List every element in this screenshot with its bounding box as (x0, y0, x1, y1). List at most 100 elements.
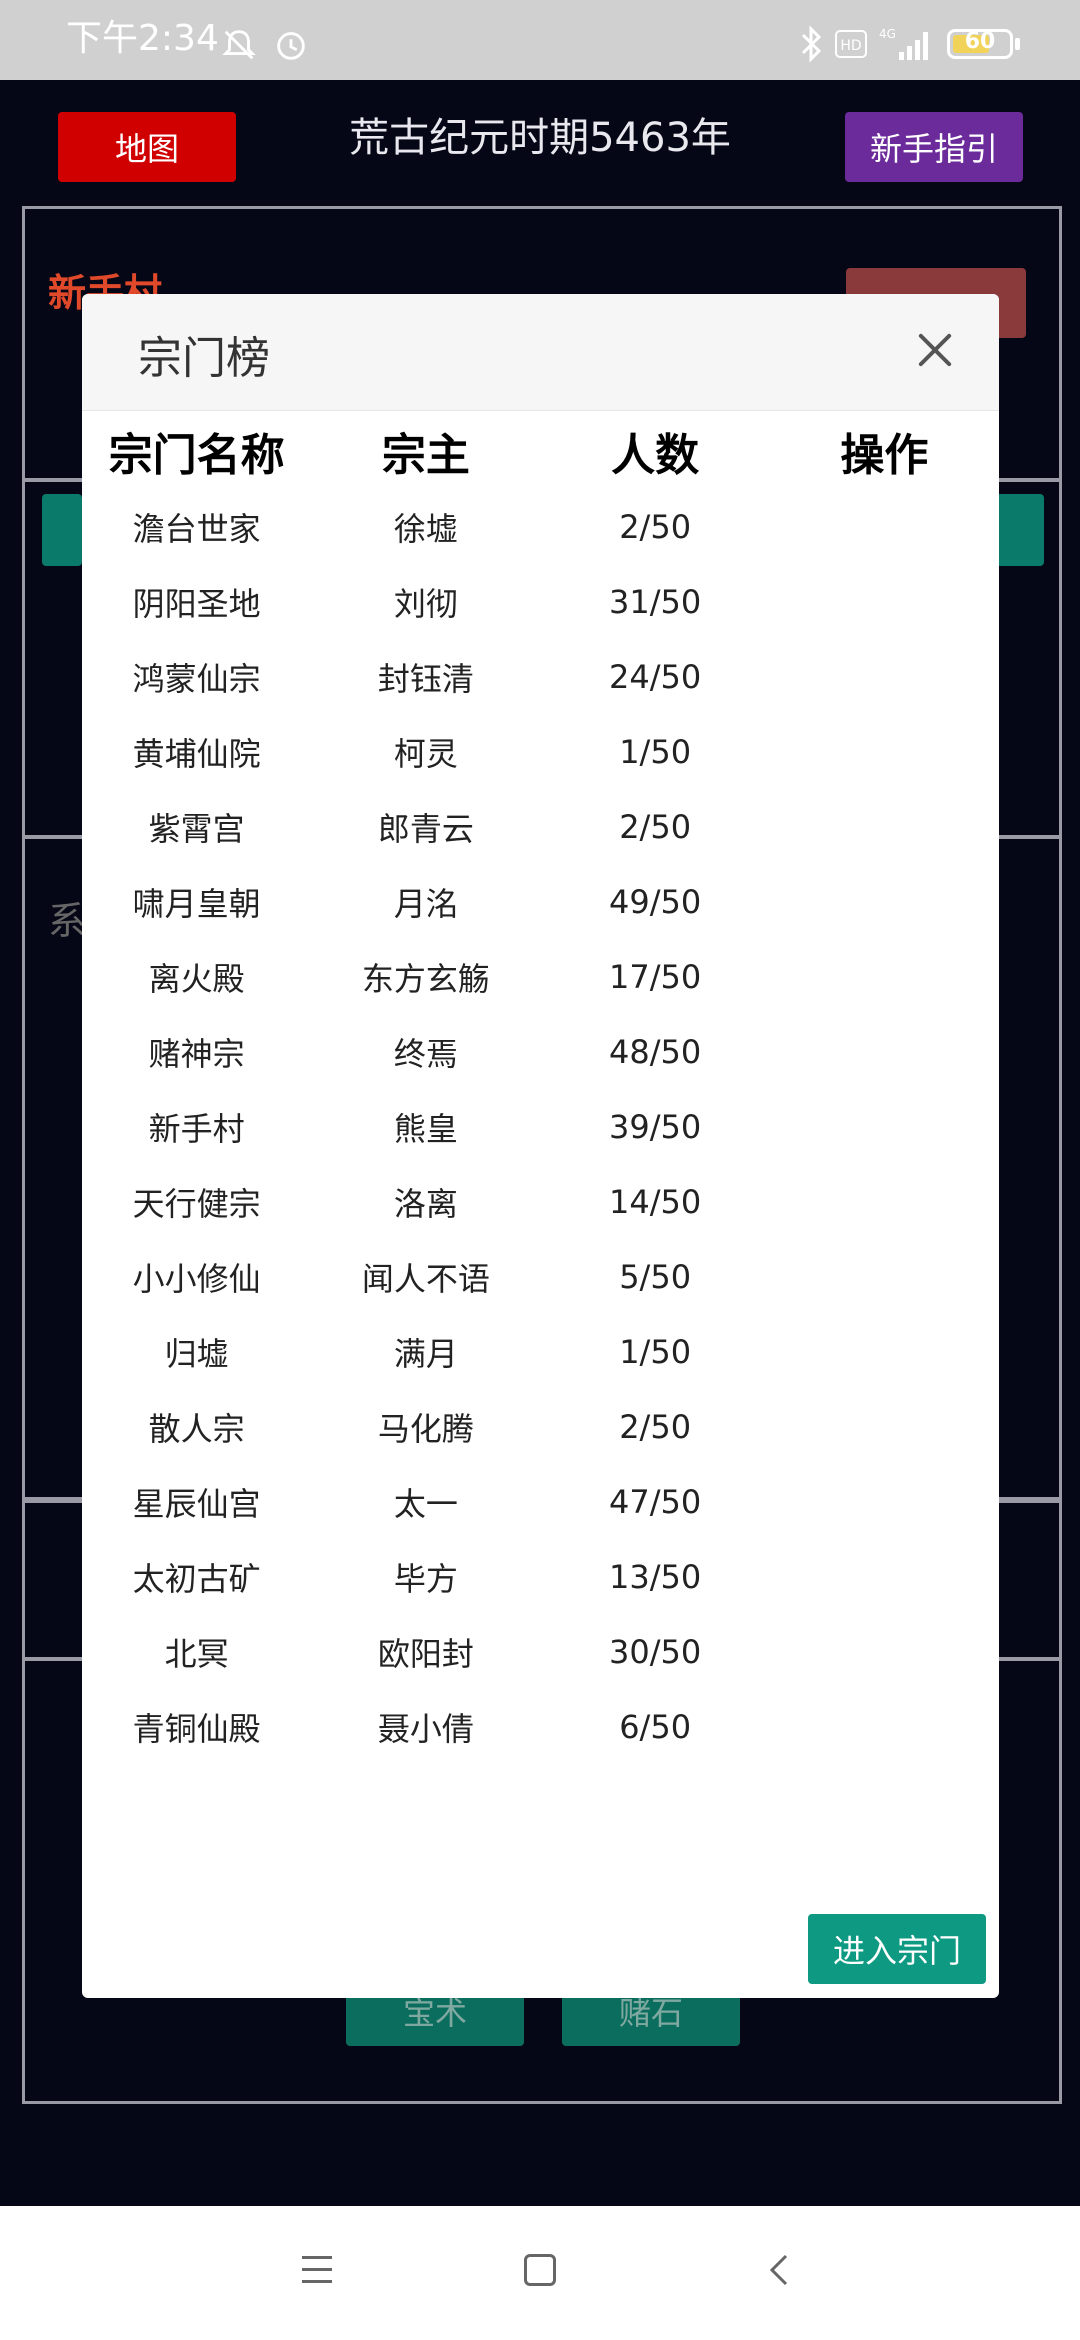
svg-text:4G: 4G (879, 27, 896, 41)
sect-members-cell: 24/50 (609, 657, 702, 696)
sect-members-cell: 1/50 (619, 1332, 692, 1371)
battery-icon: 60 (947, 29, 1013, 59)
close-icon[interactable] (915, 330, 955, 370)
sect-members-cell: 6/50 (619, 1707, 692, 1746)
sect-action-cell (770, 1689, 999, 1764)
sect-action-cell (770, 939, 999, 1014)
modal-header: 宗门榜 (82, 294, 999, 411)
sect-name-cell: 离火殿 (148, 959, 245, 998)
table-row[interactable]: 新手村 熊皇 39/50 (82, 1089, 999, 1164)
sect-name-cell: 小小修仙 (132, 1259, 261, 1298)
sect-action-cell (770, 714, 999, 789)
sect-members-cell: 30/50 (609, 1632, 702, 1671)
mute-icon (222, 30, 256, 60)
hd-icon: HD (835, 30, 867, 58)
sect-action-cell (770, 1464, 999, 1539)
sect-master-cell: 东方玄觞 (361, 959, 490, 998)
sect-master-cell: 满月 (393, 1334, 458, 1373)
table-row[interactable]: 鸿蒙仙宗 封钰清 24/50 (82, 639, 999, 714)
sect-action-cell (770, 1014, 999, 1089)
sect-name-cell: 散人宗 (148, 1409, 245, 1448)
sect-master-cell: 欧阳封 (377, 1634, 474, 1673)
table-row[interactable]: 阴阳圣地 刘彻 31/50 (82, 564, 999, 639)
sect-name-cell: 新手村 (148, 1109, 245, 1148)
table-row[interactable]: 散人宗 马化腾 2/50 (82, 1389, 999, 1464)
table-row[interactable]: 澹台世家 徐墟 2/50 (82, 489, 999, 564)
sect-name-cell: 澹台世家 (132, 509, 261, 548)
sect-master-cell: 月洺 (393, 884, 458, 923)
table-row[interactable]: 归墟 满月 1/50 (82, 1314, 999, 1389)
sect-name-cell: 黄埔仙院 (132, 734, 261, 773)
table-row[interactable]: 青铜仙殿 聂小倩 6/50 (82, 1689, 999, 1764)
sect-action-cell (770, 1614, 999, 1689)
sect-action-cell (770, 1164, 999, 1239)
table-row[interactable]: 紫霄宫 郎青云 2/50 (82, 789, 999, 864)
sect-name-cell: 归墟 (164, 1334, 229, 1373)
battery-level: 60 (964, 29, 996, 54)
sect-members-cell: 49/50 (609, 882, 702, 921)
sect-name-cell: 鸿蒙仙宗 (132, 659, 261, 698)
table-row[interactable]: 离火殿 东方玄觞 17/50 (82, 939, 999, 1014)
sect-members-cell: 14/50 (609, 1182, 702, 1221)
column-header-name: 宗门名称 (108, 430, 285, 481)
table-row[interactable]: 黄埔仙院 柯灵 1/50 (82, 714, 999, 789)
column-header-action: 操作 (840, 430, 929, 481)
sect-name-cell: 天行健宗 (132, 1184, 261, 1223)
sect-master-cell: 熊皇 (393, 1109, 458, 1148)
action-button-right[interactable] (996, 494, 1044, 566)
home-icon[interactable] (524, 2254, 556, 2286)
column-header-members: 人数 (611, 430, 700, 481)
sect-members-cell: 1/50 (619, 732, 692, 771)
sect-master-cell: 刘彻 (393, 584, 458, 623)
status-right-group: HD 4G 60 (799, 22, 1020, 66)
sect-action-cell (770, 864, 999, 939)
table-row[interactable]: 小小修仙 闻人不语 5/50 (82, 1239, 999, 1314)
sect-members-cell: 5/50 (619, 1257, 692, 1296)
table-row[interactable]: 星辰仙宫 太一 47/50 (82, 1464, 999, 1539)
table-row[interactable]: 北冥 欧阳封 30/50 (82, 1614, 999, 1689)
svg-text:HD: HD (840, 38, 861, 54)
status-time: 下午2:34 (66, 18, 219, 59)
modal-title: 宗门榜 (138, 333, 270, 384)
sect-master-cell: 马化腾 (377, 1409, 474, 1448)
sect-members-cell: 47/50 (609, 1482, 702, 1521)
sect-members-cell: 48/50 (609, 1032, 702, 1071)
table-row[interactable]: 天行健宗 洛离 14/50 (82, 1164, 999, 1239)
table-header-row: 宗门名称 宗主 人数 操作 (82, 413, 999, 489)
sect-name-cell: 青铜仙殿 (132, 1709, 261, 1748)
sect-ranking-modal: 宗门榜 宗门名称 宗主 人数 操作 澹台世家 徐墟 2/50 阴阳圣地 刘彻 31/50 鸿… (82, 294, 999, 1998)
menu-icon[interactable] (302, 2256, 332, 2284)
system-label: 系 (48, 899, 87, 943)
sect-master-cell: 柯灵 (393, 734, 458, 773)
sect-action-cell (770, 639, 999, 714)
column-header-master: 宗主 (381, 430, 470, 481)
sect-name-cell: 太初古矿 (132, 1559, 261, 1598)
sect-master-cell: 洛离 (393, 1184, 458, 1223)
sect-action-cell (770, 1314, 999, 1389)
sect-action-cell (770, 1239, 999, 1314)
sect-members-cell: 39/50 (609, 1107, 702, 1146)
navigation-bar (0, 2206, 1080, 2340)
newbie-guide-button[interactable]: 新手指引 (845, 112, 1023, 182)
sect-table: 宗门名称 宗主 人数 操作 澹台世家 徐墟 2/50 阴阳圣地 刘彻 31/50 鸿蒙仙宗 封… (82, 413, 999, 1764)
sect-master-cell: 毕方 (393, 1559, 458, 1598)
sect-button-left[interactable] (42, 494, 82, 566)
sect-name-cell: 紫霄宫 (148, 809, 245, 848)
sect-action-cell (770, 1539, 999, 1614)
sect-name-cell: 赌神宗 (148, 1034, 245, 1073)
table-row[interactable]: 太初古矿 毕方 13/50 (82, 1539, 999, 1614)
enter-sect-button[interactable]: 进入宗门 (808, 1914, 986, 1984)
sect-members-cell: 2/50 (619, 1407, 692, 1446)
sect-members-cell: 17/50 (609, 957, 702, 996)
table-row[interactable]: 赌神宗 终焉 48/50 (82, 1014, 999, 1089)
sect-action-cell (770, 789, 999, 864)
sect-master-cell: 终焉 (393, 1034, 458, 1073)
sect-name-cell: 阴阳圣地 (132, 584, 261, 623)
sect-members-cell: 2/50 (619, 807, 692, 846)
back-icon[interactable] (760, 2250, 800, 2290)
sect-members-cell: 31/50 (609, 582, 702, 621)
sect-name-cell: 啸月皇朝 (132, 884, 261, 923)
table-row[interactable]: 啸月皇朝 月洺 49/50 (82, 864, 999, 939)
sect-name-cell: 北冥 (164, 1634, 229, 1673)
sect-action-cell (770, 489, 999, 564)
